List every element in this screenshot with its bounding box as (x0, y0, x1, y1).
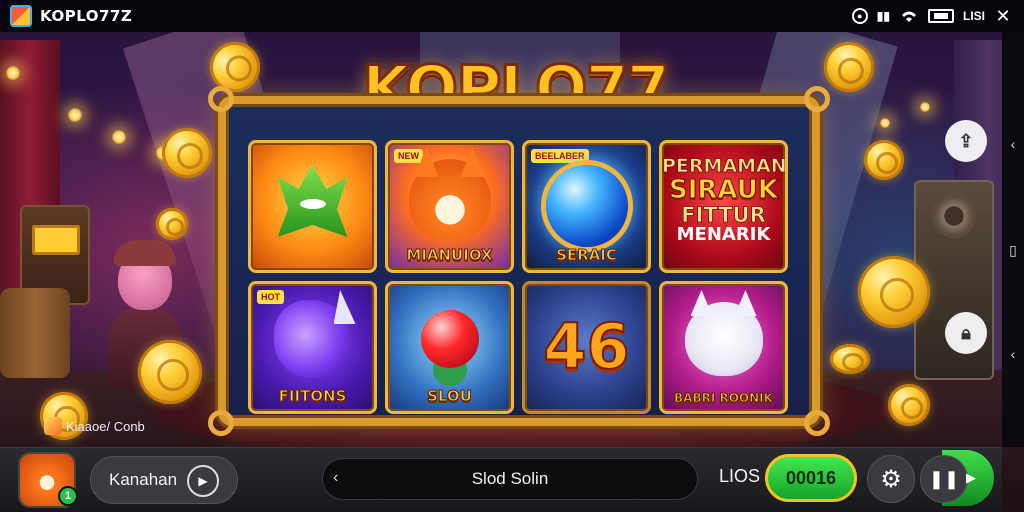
game-tile-gem[interactable]: SLOU (385, 281, 514, 414)
settings-button[interactable]: ⚙ (867, 455, 915, 503)
pause-button[interactable]: ❚❚ (920, 455, 968, 503)
lock-button[interactable]: 🔒︎ (945, 312, 987, 354)
promo-line: PERMAMAN (662, 155, 787, 177)
gear-icon: ⚙ (880, 465, 902, 493)
pause-icon: ❚❚ (928, 468, 960, 489)
play-icon[interactable]: ▶ (187, 465, 219, 497)
ruby-gem-icon (420, 310, 479, 368)
game-tile-dragon[interactable]: HOT FIITONS (248, 281, 377, 414)
barrel-prop (0, 288, 70, 378)
tile-caption: SLOU (427, 387, 473, 406)
user-label: Kanahan (109, 470, 178, 489)
credit-text: Kiaaoe/ Conb (66, 418, 145, 434)
chevron-left-icon[interactable]: ‹ (333, 469, 338, 487)
search-label: Slod Solin (471, 469, 549, 488)
crystal-orb-icon (545, 165, 628, 247)
gold-coin (858, 256, 930, 328)
tile-caption: BABRI ROONIK (674, 391, 774, 406)
game-tile-green-wolf[interactable] (248, 140, 377, 273)
game-grid: NEW MIANUIOX BEELABER SERAIC PERMAMAN SI… (248, 140, 788, 414)
gold-coin (864, 140, 904, 180)
search-bar[interactable]: ‹ Slod Solin (322, 458, 698, 500)
app-title: KOPLO77Z (40, 7, 133, 25)
mascot-hat (114, 240, 176, 266)
tile-tag: BEELABER (531, 149, 589, 163)
user-pill[interactable]: Kanahan ▶ (90, 456, 238, 504)
gold-coin (138, 340, 202, 404)
balance-button[interactable]: 00016 (765, 454, 857, 502)
tile-tag: HOT (257, 290, 284, 304)
green-wolf-icon (277, 165, 348, 237)
frame-ornament (208, 86, 234, 112)
app-logo-icon (10, 5, 32, 27)
chevron-right-icon[interactable]: ▶ (966, 470, 976, 486)
gold-coin (830, 344, 870, 374)
rotate-icon[interactable]: ▯ (1005, 242, 1021, 258)
string-light (920, 102, 930, 112)
string-light (68, 108, 82, 122)
fox-icon (408, 159, 491, 241)
chevron-left-icon[interactable]: ‹ (1005, 346, 1021, 362)
share-icon: ⇪ (958, 130, 974, 151)
string-light (112, 130, 126, 144)
avatar-badge: 1 (58, 486, 78, 506)
tile-caption: FIITONS (278, 387, 347, 406)
chevron-left-icon[interactable]: ‹ (1005, 136, 1021, 152)
lte-icon: LISI (962, 9, 985, 23)
signal-icon: ▮▮ (876, 9, 890, 23)
white-cat-icon (684, 302, 763, 376)
game-tile-number[interactable]: 46 (522, 281, 651, 414)
promo-line: FITTUR (681, 203, 766, 228)
big-number: 46 (542, 309, 630, 384)
tile-caption: SERAIC (556, 246, 618, 265)
game-tile-orb[interactable]: BEELABER SERAIC (522, 140, 651, 273)
status-icons: ● ▮▮ LISI ✕ (851, 0, 1012, 32)
gold-coin (156, 208, 188, 240)
gold-coin (888, 384, 930, 426)
lock-icon: 🔒︎ (961, 322, 971, 343)
edge-panel: ‹ ▯ ‹ (1002, 32, 1024, 447)
game-tile-cat[interactable]: BABRI ROONIK (659, 281, 788, 414)
close-icon[interactable]: ✕ (994, 6, 1012, 26)
promo-text: PERMAMAN SIRAUK FITTUR MENARIK (662, 155, 787, 246)
promo-line: MENARIK (676, 224, 771, 246)
promo-line: SIRAUK (668, 174, 778, 205)
share-button[interactable]: ⇪ (945, 120, 987, 162)
frame-ornament (804, 410, 830, 436)
game-tile-promo[interactable]: PERMAMAN SIRAUK FITTUR MENARIK (659, 140, 788, 273)
lios-label: LIOS (719, 466, 761, 486)
balance-value: 00016 (785, 467, 837, 488)
credit-icon (44, 417, 62, 435)
battery-icon (927, 9, 954, 23)
game-tile-fox[interactable]: NEW MIANUIOX (385, 140, 514, 273)
frame-ornament (208, 410, 234, 436)
record-icon: ● (851, 8, 868, 24)
dragon-icon (273, 300, 352, 378)
wifi-icon (899, 8, 919, 24)
tile-caption: MIANUIOX (406, 246, 493, 265)
game-credit: Kiaaoe/ Conb (44, 417, 145, 435)
status-bar: KOPLO77Z ● ▮▮ LISI ✕ (0, 0, 1024, 32)
tile-tag: NEW (394, 149, 423, 163)
frame-ornament (804, 86, 830, 112)
string-light (880, 118, 890, 128)
string-light (6, 66, 20, 80)
gold-coin (162, 128, 212, 178)
